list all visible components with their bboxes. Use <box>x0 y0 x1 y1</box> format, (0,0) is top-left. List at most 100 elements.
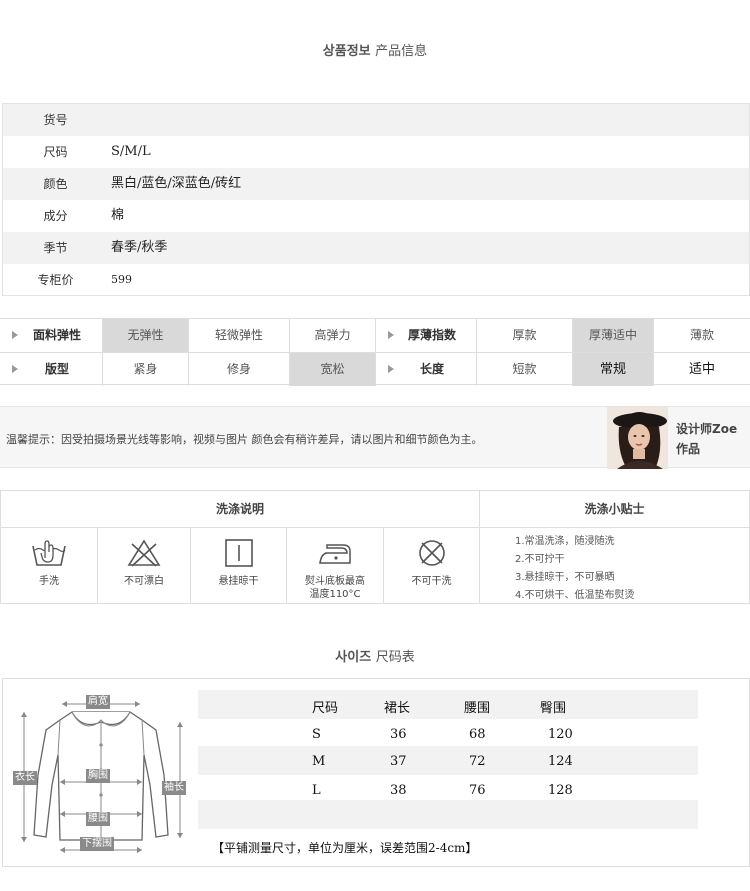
info-row: 尺码 S/M/L <box>3 136 749 168</box>
size-measurement-note: 【平铺测量尺寸，单位为厘米，误差范围2-4cm】 <box>212 841 478 855</box>
triangle-right-icon <box>12 365 18 373</box>
hand-wash-icon <box>32 540 66 566</box>
size-table-band <box>198 800 698 829</box>
attr-option: 紧身 <box>103 353 189 386</box>
size-cell: 36 <box>390 727 407 742</box>
info-value: 599 <box>111 273 132 286</box>
wash-tip: 1.常温洗涤，随浸随洗 <box>515 536 615 547</box>
size-cell: L <box>312 783 321 798</box>
attr-label-fabric-elasticity: 面料弹性 <box>0 319 103 352</box>
info-value: S/M/L <box>111 144 151 159</box>
attribute-grid: 面料弹性 无弹性 轻微弹性 高弹力 厚薄指数 厚款 厚薄适中 薄款 版型 紧身 … <box>0 318 750 386</box>
attr-option: 短款 <box>477 353 573 386</box>
diagram-label-length: 衣长 <box>13 771 37 785</box>
tip-text: 温馨提示：因受拍摄场景光线等影响，视频与图片 颜色会有稍许差异，请以图片和细节颜… <box>6 433 483 446</box>
attr-label-length: 长度 <box>376 353 477 386</box>
wash-care-table: 洗涤说明 洗涤小贴士 手洗 不可漂白 悬挂晾干 熨斗底板最高 温度110°C 不… <box>0 490 750 604</box>
attr-label-text: 厚薄指数 <box>407 328 456 342</box>
info-key: 成分 <box>43 209 68 223</box>
triangle-right-icon <box>388 331 394 339</box>
info-row: 颜色 黑白/蓝色/深蓝色/砖红 <box>3 168 749 200</box>
wash-symbol-no-bleach: 不可漂白 <box>98 528 190 604</box>
product-info-table: 货号 尺码 S/M/L 颜色 黑白/蓝色/深蓝色/砖红 成分 棉 季节 春季/秋… <box>2 103 750 296</box>
size-cell: 38 <box>390 783 407 798</box>
size-cell: S <box>312 727 321 742</box>
tip-banner: 温馨提示：因受拍摄场景光线等影响，视频与图片 颜色会有稍许差异，请以图片和细节颜… <box>0 406 750 469</box>
product-info-title: 상품정보 产品信息 <box>0 40 750 59</box>
info-row: 季节 春季/秋季 <box>3 232 749 264</box>
diagram-label-sleeve: 袖长 <box>162 781 186 795</box>
attr-option: 薄款 <box>689 328 714 342</box>
info-key: 季节 <box>43 241 68 255</box>
wash-tip: 2.不可拧干 <box>515 554 565 565</box>
diagram-label-waist: 腰围 <box>86 812 110 826</box>
wash-symbol-hang-dry: 悬挂晾干 <box>191 528 286 604</box>
size-cell: 120 <box>548 727 573 742</box>
info-key: 货号 <box>43 113 68 127</box>
diagram-label-shoulder: 肩宽 <box>86 695 110 709</box>
triangle-right-icon <box>12 331 18 339</box>
info-value: 棉 <box>111 208 125 223</box>
designer-portrait-icon <box>607 407 668 469</box>
attr-option: 无弹性 <box>103 319 189 352</box>
size-cell: M <box>312 754 326 769</box>
title-korean: 상품정보 <box>322 44 371 59</box>
diagram-label-hem: 下摆围 <box>80 837 114 851</box>
wash-symbol-iron: 熨斗底板最高 温度110°C <box>287 528 383 604</box>
title-chinese: 产品信息 <box>375 44 428 59</box>
designer-name: 设计师Zoe <box>676 422 738 436</box>
designer-avatar <box>607 407 668 469</box>
wash-symbol-label-iron: 熨斗底板最高 温度110°C <box>287 575 383 601</box>
info-row: 货号 <box>3 104 749 136</box>
attr-option: 宽松 <box>290 353 376 386</box>
designer-works: 作品 <box>676 442 701 456</box>
attr-option: 常规 <box>573 353 654 386</box>
size-cell: 37 <box>390 754 407 769</box>
wash-symbol-no-dry-clean: 不可干洗 <box>384 528 479 604</box>
size-header: 尺码 <box>312 701 339 716</box>
wash-tip: 4.不可烘干、低温垫布熨烫 <box>515 590 635 601</box>
attr-label-fit: 版型 <box>0 353 103 386</box>
info-key: 尺码 <box>43 145 68 159</box>
info-row: 专柜价 599 <box>3 264 749 296</box>
attr-label-text: 版型 <box>44 362 69 376</box>
attr-label-text: 长度 <box>419 362 444 376</box>
wash-tips-list: 1.常温洗涤，随浸随洗 2.不可拧干 3.悬挂晾干，不可暴晒 4.不可烘干、低温… <box>515 533 635 605</box>
wash-symbol-label: 温度110°C <box>309 589 361 600</box>
attr-option: 厚款 <box>477 319 573 352</box>
size-cell: 76 <box>469 783 486 798</box>
no-bleach-icon <box>127 539 161 567</box>
wash-symbol-label: 手洗 <box>39 576 59 587</box>
title-chinese: 尺码表 <box>375 650 415 665</box>
info-row: 成分 棉 <box>3 200 749 232</box>
info-key: 专柜价 <box>37 273 74 287</box>
no-dry-clean-icon <box>418 540 445 566</box>
size-chart-title: 사이즈 尺码表 <box>0 646 750 665</box>
size-table-band <box>198 690 698 719</box>
attr-option: 适中 <box>688 362 715 377</box>
wash-instructions-header: 洗涤说明 <box>215 502 264 516</box>
attr-option: 修身 <box>189 353 290 386</box>
info-key: 颜色 <box>43 177 68 191</box>
title-korean: 사이즈 <box>335 650 372 665</box>
attr-label-text: 面料弹性 <box>32 328 81 342</box>
wash-symbol-label: 不可漂白 <box>124 576 164 587</box>
attr-option: 轻微弹性 <box>189 319 290 352</box>
attr-option: 厚薄适中 <box>573 319 654 352</box>
size-cell: 72 <box>469 754 486 769</box>
info-value: 黑白/蓝色/深蓝色/砖红 <box>111 176 242 191</box>
hang-dry-icon <box>224 539 253 567</box>
wash-symbol-label: 悬挂晾干 <box>218 576 259 587</box>
size-cell: 124 <box>548 754 573 769</box>
info-value: 春季/秋季 <box>111 240 168 255</box>
designer-credit: 设计师Zoe 作品 <box>676 419 737 459</box>
divider <box>479 491 480 603</box>
iron-icon <box>319 544 351 564</box>
diagram-label-chest: 胸围 <box>86 769 110 783</box>
wash-tip: 3.悬挂晾干，不可暴晒 <box>515 572 615 583</box>
size-header: 腰围 <box>464 701 491 716</box>
wash-symbol-hand-wash: 手洗 <box>1 528 97 604</box>
size-table-band <box>198 746 698 775</box>
wash-symbol-label: 不可干洗 <box>411 576 452 587</box>
size-cell: 128 <box>548 783 573 798</box>
